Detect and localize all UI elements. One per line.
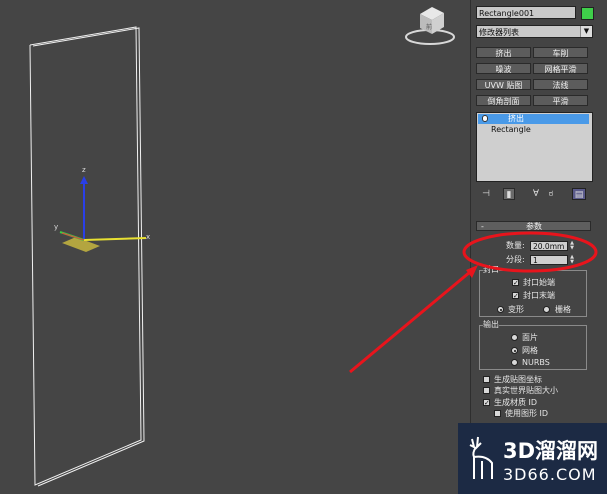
use-shape-ids-checkbox[interactable] [494,410,501,417]
output-nurbs-radio[interactable] [511,359,518,366]
bevel-profile-button[interactable]: 倒角剖面 [476,95,531,106]
meshsmooth-button[interactable]: 网格平滑 [533,63,588,74]
viewport-canvas: z x y 前 [29,7,455,487]
smooth-button[interactable]: 平滑 [533,95,588,106]
gen-mapping-checkbox[interactable] [483,376,490,383]
noise-button[interactable]: 噪波 [476,63,531,74]
gen-mat-ids-checkbox[interactable]: ✓ [483,399,490,407]
object-color-swatch[interactable] [581,7,594,20]
show-end-result-icon[interactable]: ▮ [503,188,515,200]
output-nurbs-label: NURBS [522,358,550,367]
watermark-line2: 3D66.COM [503,465,597,484]
extrude-button[interactable]: 挤出 [476,47,531,58]
modifier-list-label: 修改器列表 [479,28,519,37]
make-unique-icon[interactable]: ∀ [530,188,542,200]
stack-item-label: 挤出 [508,114,524,123]
morph-label: 变形 [508,305,524,314]
grid-label: 栅格 [555,305,571,314]
stack-item-extrude[interactable]: 挤出 [478,114,589,124]
transform-gizmo[interactable] [59,176,147,252]
grid-radio[interactable] [543,306,550,313]
output-mesh-radio[interactable] [511,347,518,354]
real-world-checkbox[interactable] [483,387,490,394]
gizmo-z-label: z [82,166,86,174]
viewcube[interactable]: 前 [405,7,455,45]
real-world-label: 真实世界贴图大小 [494,386,558,395]
chevron-down-icon[interactable]: ▼ [580,26,592,37]
rectangle-wireframe[interactable] [29,26,145,487]
amount-field[interactable]: 20.0mm [530,241,568,251]
parameters-rollout-header[interactable]: - 参数 [476,221,591,231]
watermark-line1: 3D溜溜网 [503,439,599,463]
segments-field[interactable]: 1 [530,255,568,265]
capping-group-label: 封口 [483,265,499,275]
cap-end-label: 封口末端 [523,291,555,300]
rollout-title: 参数 [526,222,542,231]
gen-mapping-label: 生成贴图坐标 [494,375,542,384]
modifier-list-dropdown[interactable]: 修改器列表 ▼ [476,25,593,38]
cap-start-label: 封口始端 [523,278,555,287]
rollout-toggle[interactable]: - [481,222,484,231]
output-patch-label: 面片 [522,333,538,342]
configure-sets-icon[interactable]: ▤ [572,188,586,200]
viewcube-face-label: 前 [426,23,432,31]
lightbulb-icon[interactable] [482,115,488,122]
amount-label: 数量: [506,241,525,250]
uvw-map-button[interactable]: UVW 贴图 [476,79,531,90]
deer-logo-icon [469,436,493,479]
cap-end-checkbox[interactable]: ✓ [512,292,519,300]
normal-button[interactable]: 法线 [533,79,588,90]
remove-modifier-icon[interactable]: ಠ [546,188,556,200]
gizmo-y-label: y [54,223,58,231]
watermark: 3D溜溜网 3D66.COM [458,423,607,494]
modifier-stack[interactable]: 挤出 Rectangle [476,112,593,182]
output-patch-radio[interactable] [511,334,518,341]
segments-spinner[interactable]: ▲ ▼ [569,255,575,265]
amount-spinner[interactable]: ▲ ▼ [569,241,575,251]
output-mesh-label: 网格 [522,346,538,355]
output-group-label: 输出 [483,320,499,330]
stack-item-rectangle[interactable]: Rectangle [491,125,531,135]
object-name-field[interactable]: Rectangle001 [476,6,576,19]
gen-mat-ids-label: 生成材质 ID [494,398,538,407]
cap-start-checkbox[interactable]: ✓ [512,279,519,287]
lathe-button[interactable]: 车削 [533,47,588,58]
gizmo-x-label: x [146,233,150,241]
segments-label: 分段: [506,255,525,264]
morph-radio[interactable] [497,306,504,313]
pin-stack-icon[interactable]: ⊣ [481,188,491,200]
use-shape-ids-label: 使用图形 ID [505,409,549,418]
perspective-viewport[interactable]: z x y 前 [0,0,470,494]
